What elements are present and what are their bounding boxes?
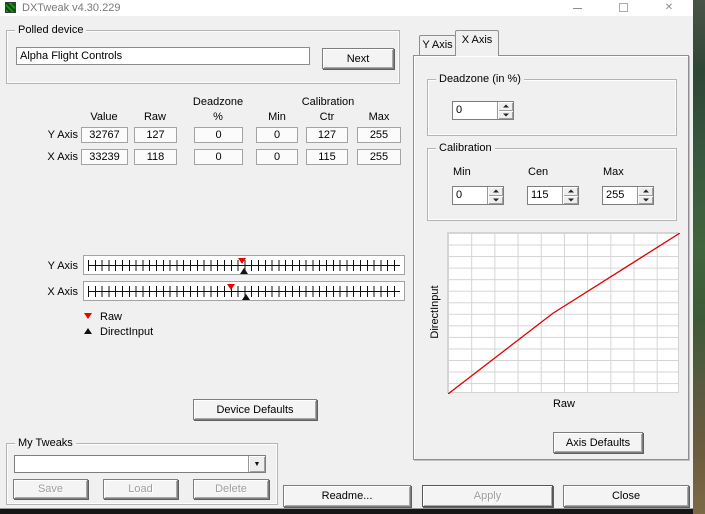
cal-cen-value: 115 [531, 189, 549, 201]
x-value-cell: 33239 [81, 149, 128, 165]
spin-up-button[interactable] [563, 187, 578, 196]
close-icon: ✕ [664, 2, 674, 13]
spin-up-button[interactable] [488, 187, 503, 196]
window-title: DXTweak v4.30.229 [22, 2, 121, 14]
deadzone-column-group-header: Deadzone [192, 96, 244, 108]
cal-min-value: 0 [456, 189, 463, 201]
col-header-value: Value [90, 111, 118, 123]
delete-button[interactable]: Delete [193, 479, 269, 499]
tab-y-axis[interactable]: Y Axis [419, 35, 456, 56]
col-header-pct: % [213, 111, 223, 123]
combo-dropdown-button[interactable]: ▼ [248, 456, 265, 472]
tab-x-axis[interactable]: X Axis [455, 30, 499, 56]
directinput-legend-label: DirectInput [100, 326, 154, 338]
col-header-min: Min [268, 111, 286, 123]
cal-max-label: Max [603, 166, 624, 178]
chevron-down-icon: ▼ [253, 460, 261, 468]
calibration-column-group-header: Calibration [301, 96, 355, 108]
cal-cen-label: Cen [528, 166, 549, 178]
col-header-max: Max [368, 111, 390, 123]
y-ruler-label: Y Axis [47, 260, 78, 272]
x-raw-marker[interactable] [227, 284, 236, 290]
x-axis-ruler[interactable] [83, 281, 405, 301]
save-button[interactable]: Save [13, 479, 88, 499]
x-directinput-marker[interactable] [242, 294, 251, 300]
cal-max-value: 255 [606, 189, 625, 201]
graph-y-label: DirectInput [429, 285, 441, 339]
maximize-button[interactable] [600, 0, 646, 16]
calibration-graph [447, 232, 680, 394]
device-name-field[interactable] [16, 47, 310, 65]
load-button[interactable]: Load [103, 479, 178, 499]
x-min-cell: 0 [256, 149, 298, 165]
graph-line [448, 233, 680, 394]
next-button[interactable]: Next [322, 48, 394, 69]
x-ruler-label: X Axis [47, 286, 78, 298]
apply-button[interactable]: Apply [422, 485, 553, 507]
raw-legend-icon [84, 313, 92, 319]
my-tweaks-combo-value[interactable] [15, 456, 248, 472]
y-deadzone-cell: 0 [194, 127, 243, 143]
spin-down-button[interactable] [638, 195, 653, 204]
raw-legend-label: Raw [100, 311, 123, 323]
y-ctr-cell: 127 [306, 127, 348, 143]
app-icon [5, 2, 16, 13]
graph-canvas [448, 233, 680, 394]
desktop-wallpaper-strip [693, 0, 705, 514]
spin-down-button[interactable] [498, 110, 513, 119]
my-tweaks-label: My Tweaks [15, 437, 76, 449]
close-button[interactable]: Close [563, 485, 689, 507]
spin-up-button[interactable] [638, 187, 653, 196]
deadzone-group-label: Deadzone (in %) [436, 73, 524, 85]
col-header-raw: Raw [143, 111, 167, 123]
graph-x-label: Raw [552, 398, 576, 410]
x-ctr-cell: 115 [306, 149, 348, 165]
row-label-y: Y Axis [47, 129, 78, 141]
minimize-icon [573, 8, 582, 9]
spin-down-button[interactable] [563, 195, 578, 204]
calibration-group-label: Calibration [436, 142, 495, 154]
x-raw-cell: 118 [134, 149, 177, 165]
deadzone-spinner[interactable]: 0 [452, 101, 514, 120]
y-directinput-marker[interactable] [240, 268, 248, 274]
col-header-ctr: Ctr [319, 111, 335, 123]
dxtweak-window: DXTweak v4.30.229 ✕ Polled device Next D… [0, 0, 693, 508]
x-max-cell: 255 [357, 149, 401, 165]
y-min-cell: 0 [256, 127, 298, 143]
readme-button[interactable]: Readme... [283, 485, 411, 507]
desktop-bottom-strip [0, 508, 693, 514]
cal-cen-spinner[interactable]: 115 [527, 186, 579, 205]
deadzone-spinner-value: 0 [456, 104, 463, 116]
y-axis-ruler[interactable] [83, 255, 405, 275]
my-tweaks-combo[interactable]: ▼ [14, 455, 266, 473]
minimize-button[interactable] [554, 0, 600, 16]
device-defaults-button[interactable]: Device Defaults [193, 399, 317, 420]
y-raw-cell: 127 [134, 127, 177, 143]
titlebar: DXTweak v4.30.229 ✕ [0, 0, 693, 16]
y-value-cell: 32767 [81, 127, 128, 143]
y-raw-marker[interactable] [238, 258, 247, 264]
spin-up-button[interactable] [498, 102, 513, 111]
axis-defaults-button[interactable]: Axis Defaults [553, 432, 643, 453]
maximize-icon [619, 3, 628, 12]
calibration-group: Calibration [427, 142, 677, 221]
polled-device-label: Polled device [15, 24, 87, 36]
spin-down-button[interactable] [488, 195, 503, 204]
cal-min-label: Min [453, 166, 471, 178]
y-max-cell: 255 [357, 127, 401, 143]
cal-max-spinner[interactable]: 255 [602, 186, 654, 205]
cal-min-spinner[interactable]: 0 [452, 186, 504, 205]
close-window-button[interactable]: ✕ [646, 0, 692, 16]
row-label-x: X Axis [47, 151, 78, 163]
directinput-legend-icon [84, 328, 92, 334]
x-deadzone-cell: 0 [194, 149, 243, 165]
